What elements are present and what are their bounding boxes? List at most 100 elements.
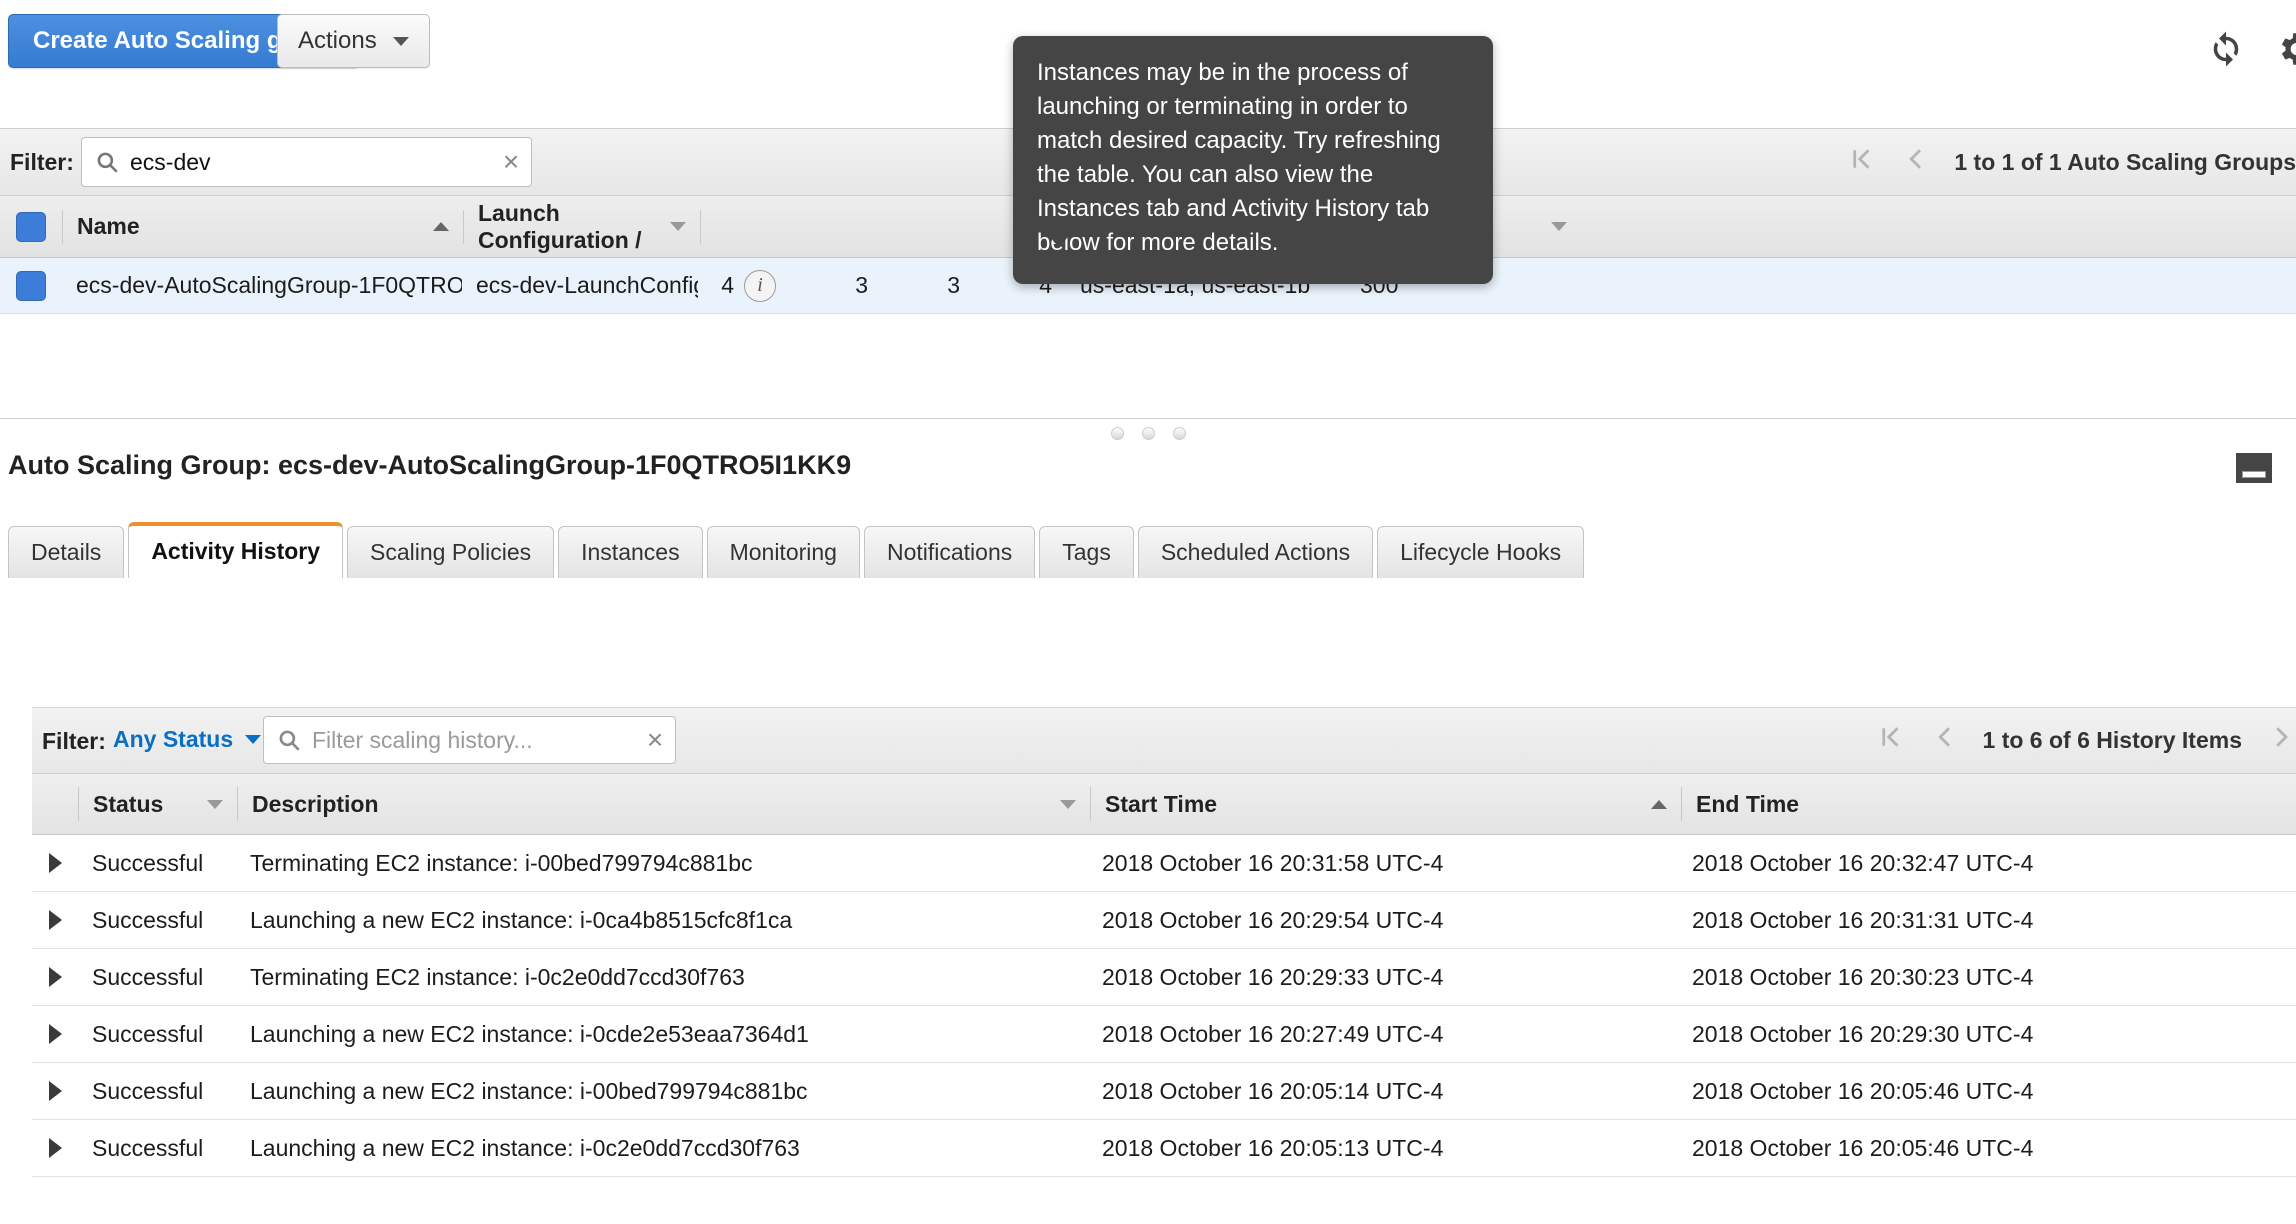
search-input[interactable] xyxy=(130,148,491,176)
filter-label: Filter: xyxy=(10,149,74,175)
chevron-right-icon[interactable] xyxy=(48,910,62,930)
cell-description: Launching a new EC2 instance: i-0c2e0dd7… xyxy=(250,1134,800,1161)
cell-status: Successful xyxy=(92,1134,204,1161)
panel-splitter[interactable] xyxy=(0,418,2296,448)
column-header-launch-configuration[interactable]: Launch Configuration / xyxy=(464,196,700,257)
history-search-box[interactable]: Filter scaling history... × xyxy=(263,716,676,764)
select-all-checkbox[interactable] xyxy=(16,211,46,242)
cell-status: Successful xyxy=(92,849,204,876)
pagination-top-label: 1 to 1 of 1 Auto Scaling Groups xyxy=(1954,148,2296,175)
column-header-desired[interactable] xyxy=(793,196,885,257)
sort-descending-icon xyxy=(670,222,686,231)
cell-status: Successful xyxy=(92,1020,204,1047)
expand-row-cell[interactable] xyxy=(32,1024,78,1044)
chevron-right-icon[interactable] xyxy=(48,853,62,873)
tab-scheduled-actions[interactable]: Scheduled Actions xyxy=(1137,526,1374,578)
first-page-icon[interactable] xyxy=(1875,722,1905,758)
cell-desired: 3 xyxy=(855,272,868,298)
column-header-status-label: Status xyxy=(93,790,164,817)
previous-page-icon[interactable] xyxy=(1900,144,1930,180)
cell-min: 3 xyxy=(947,272,960,298)
tab-lifecycle-hooks[interactable]: Lifecycle Hooks xyxy=(1377,526,1585,578)
chevron-right-icon[interactable] xyxy=(48,1138,62,1158)
expand-row-cell[interactable] xyxy=(32,1138,78,1158)
table-row[interactable]: Successful Launching a new EC2 instance:… xyxy=(32,892,2296,949)
column-header-name-label: Name xyxy=(77,213,140,239)
cell-start-time: 2018 October 16 20:27:49 UTC-4 xyxy=(1102,1020,1444,1047)
select-all-checkbox-cell[interactable] xyxy=(0,211,62,242)
tab-monitoring[interactable]: Monitoring xyxy=(706,526,860,578)
cell-end-time: 2018 October 16 20:29:30 UTC-4 xyxy=(1692,1020,2034,1047)
column-header-start-time[interactable]: Start Time xyxy=(1091,774,1681,834)
cell-status: Successful xyxy=(92,1077,204,1104)
splitter-dot xyxy=(1172,427,1186,440)
any-status-dropdown[interactable]: Any Status xyxy=(113,726,262,753)
expand-row-cell[interactable] xyxy=(32,1081,78,1101)
tooltip-arrow xyxy=(1043,228,1075,248)
detail-tabs: Details Activity History Scaling Policie… xyxy=(8,522,1588,578)
table-row[interactable]: Successful Launching a new EC2 instance:… xyxy=(32,1006,2296,1063)
cell-instances-value: 4 xyxy=(721,272,734,298)
chevron-right-icon[interactable] xyxy=(48,1024,62,1044)
column-header-launch-configuration-label: Launch Configuration / xyxy=(478,199,642,253)
cell-start-time: 2018 October 16 20:05:14 UTC-4 xyxy=(1102,1077,1444,1104)
table-row[interactable]: Successful Launching a new EC2 instance:… xyxy=(32,1120,2296,1177)
cell-start-time: 2018 October 16 20:29:54 UTC-4 xyxy=(1102,906,1444,933)
cell-description: Launching a new EC2 instance: i-0cde2e53… xyxy=(250,1020,809,1047)
next-page-icon[interactable] xyxy=(2266,722,2296,758)
chevron-down-icon xyxy=(245,735,262,744)
cell-instances: 4 i xyxy=(698,258,790,313)
chevron-down-icon xyxy=(392,36,409,46)
tab-activity-history[interactable]: Activity History xyxy=(128,522,344,578)
info-icon[interactable]: i xyxy=(744,269,776,302)
detail-pane-title: Auto Scaling Group: ecs-dev-AutoScalingG… xyxy=(8,450,852,480)
tab-notifications[interactable]: Notifications xyxy=(863,526,1036,578)
column-header-end-time[interactable]: End Time xyxy=(1682,774,2282,834)
sort-ascending-icon xyxy=(1651,799,1667,809)
table-row[interactable]: Successful Terminating EC2 instance: i-0… xyxy=(32,949,2296,1006)
column-header-start-time-label: Start Time xyxy=(1105,790,1218,817)
cell-end-time: 2018 October 16 20:05:46 UTC-4 xyxy=(1692,1077,2034,1104)
cell-name: ecs-dev-AutoScalingGroup-1F0QTRO5I1KK9 xyxy=(76,272,462,298)
search-icon xyxy=(276,727,302,753)
previous-page-icon[interactable] xyxy=(1929,722,1959,758)
row-checkbox[interactable] xyxy=(16,270,46,301)
pagination-history: 1 to 6 of 6 History Items xyxy=(1875,708,2296,772)
tab-instances[interactable]: Instances xyxy=(558,526,703,578)
expand-row-cell[interactable] xyxy=(32,853,78,873)
cell-launch-configuration: ecs-dev-LaunchConfig… xyxy=(476,272,698,298)
column-header-end-time-label: End Time xyxy=(1696,790,1800,817)
cell-start-time: 2018 October 16 20:31:58 UTC-4 xyxy=(1102,849,1444,876)
column-header-name[interactable]: Name xyxy=(63,196,463,257)
minimize-icon[interactable] xyxy=(2236,453,2272,483)
expand-row-cell[interactable] xyxy=(32,967,78,987)
column-header-description[interactable]: Description xyxy=(238,774,1090,834)
column-header-instances[interactable] xyxy=(701,196,793,257)
row-checkbox-cell[interactable] xyxy=(0,270,62,301)
any-status-dropdown-label: Any Status xyxy=(113,726,234,752)
actions-button[interactable]: Actions xyxy=(277,14,430,68)
table-row[interactable]: Successful Launching a new EC2 instance:… xyxy=(32,1063,2296,1120)
cell-end-time: 2018 October 16 20:05:46 UTC-4 xyxy=(1692,1134,2034,1161)
column-header-min[interactable] xyxy=(885,196,977,257)
pagination-history-label: 1 to 6 of 6 History Items xyxy=(1982,726,2242,753)
chevron-right-icon[interactable] xyxy=(48,967,62,987)
column-header-description-label: Description xyxy=(252,790,379,817)
tab-scaling-policies[interactable]: Scaling Policies xyxy=(347,526,555,578)
search-box[interactable]: × xyxy=(81,137,532,187)
first-page-icon[interactable] xyxy=(1846,144,1876,180)
cell-description: Launching a new EC2 instance: i-0ca4b851… xyxy=(250,906,793,933)
table-row[interactable]: Successful Terminating EC2 instance: i-0… xyxy=(32,835,2296,892)
tab-tags[interactable]: Tags xyxy=(1039,526,1134,578)
clear-search-icon[interactable]: × xyxy=(491,146,531,178)
column-header-status[interactable]: Status xyxy=(79,774,237,834)
expand-row-cell[interactable] xyxy=(32,910,78,930)
refresh-icon[interactable] xyxy=(2205,28,2247,70)
tab-details[interactable]: Details xyxy=(8,526,125,578)
clear-history-search-icon[interactable]: × xyxy=(635,724,675,756)
sort-descending-icon xyxy=(207,799,223,809)
chevron-right-icon[interactable] xyxy=(48,1081,62,1101)
gear-icon[interactable] xyxy=(2274,28,2296,70)
splitter-dot xyxy=(1110,427,1124,440)
cell-start-time: 2018 October 16 20:29:33 UTC-4 xyxy=(1102,963,1444,990)
